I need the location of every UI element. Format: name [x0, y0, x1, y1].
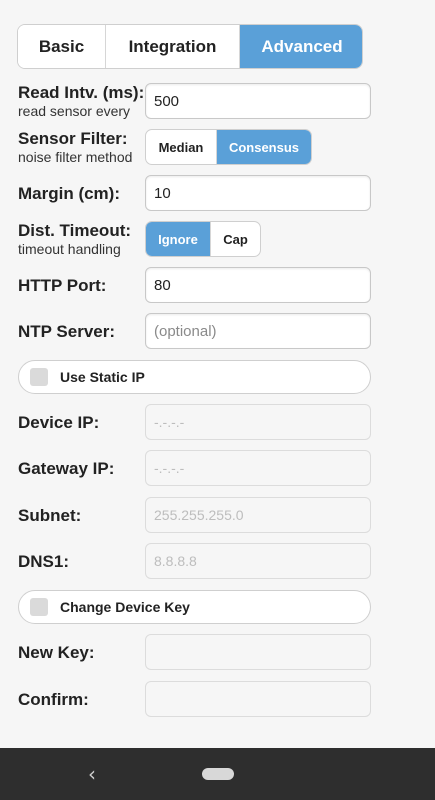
confirm-label: Confirm:: [18, 690, 89, 709]
new-key-label: New Key:: [18, 643, 95, 662]
dist-timeout-cap-option[interactable]: Cap: [211, 222, 260, 256]
dist-timeout-selector: Ignore Cap: [145, 221, 261, 257]
subnet-input[interactable]: 255.255.255.0: [145, 497, 371, 533]
chevron-left-icon[interactable]: ‹: [88, 762, 96, 786]
settings-tabs: Basic Integration Advanced: [17, 24, 363, 69]
dist-timeout-ignore-option[interactable]: Ignore: [146, 222, 211, 256]
dist-timeout-hint: timeout handling: [18, 241, 121, 257]
ntp-server-label: NTP Server:: [18, 322, 116, 341]
tab-advanced[interactable]: Advanced: [240, 25, 362, 68]
dns1-input[interactable]: 8.8.8.8: [145, 543, 371, 579]
sensor-filter-median-option[interactable]: Median: [146, 130, 217, 164]
http-port-label: HTTP Port:: [18, 276, 107, 295]
device-ip-label: Device IP:: [18, 413, 100, 432]
margin-row: Margin (cm): 10: [18, 175, 371, 211]
read-interval-label: Read Intv. (ms):: [18, 83, 145, 102]
ntp-server-input[interactable]: (optional): [145, 313, 371, 349]
subnet-row: Subnet: 255.255.255.0: [18, 497, 371, 533]
gateway-ip-label: Gateway IP:: [18, 459, 115, 478]
confirm-input[interactable]: [145, 681, 371, 717]
confirm-row: Confirm:: [18, 681, 371, 717]
dns1-row: DNS1: 8.8.8.8: [18, 543, 371, 579]
http-port-row: HTTP Port: 80: [18, 267, 371, 303]
dist-timeout-label: Dist. Timeout:: [18, 221, 132, 240]
use-static-ip-toggle[interactable]: Use Static IP: [18, 360, 371, 394]
change-key-label: Change Device Key: [60, 599, 190, 615]
tab-integration[interactable]: Integration: [106, 25, 240, 68]
subnet-label: Subnet:: [18, 506, 82, 525]
change-device-key-toggle[interactable]: Change Device Key: [18, 590, 371, 624]
read-interval-hint: read sensor every: [18, 103, 131, 119]
margin-label: Margin (cm):: [18, 184, 120, 203]
new-key-input[interactable]: [145, 634, 371, 670]
sensor-filter-row: Sensor Filter: noise filter method Media…: [18, 129, 371, 165]
dns1-label: DNS1:: [18, 552, 70, 571]
sensor-filter-hint: noise filter method: [18, 149, 133, 165]
ntp-server-row: NTP Server: (optional): [18, 313, 371, 349]
tab-basic[interactable]: Basic: [18, 25, 106, 68]
static-ip-checkbox[interactable]: [30, 368, 48, 386]
sensor-filter-selector: Median Consensus: [145, 129, 312, 165]
static-ip-label: Use Static IP: [60, 369, 145, 385]
new-key-row: New Key:: [18, 634, 371, 670]
sensor-filter-label: Sensor Filter:: [18, 129, 128, 148]
http-port-input[interactable]: 80: [145, 267, 371, 303]
read-interval-row: Read Intv. (ms): read sensor every 500: [18, 83, 371, 119]
gateway-ip-row: Gateway IP: -.-.-.-: [18, 450, 371, 486]
read-interval-input[interactable]: 500: [145, 83, 371, 119]
change-key-checkbox[interactable]: [30, 598, 48, 616]
device-ip-row: Device IP: -.-.-.-: [18, 404, 371, 440]
gateway-ip-input[interactable]: -.-.-.-: [145, 450, 371, 486]
home-pill-icon[interactable]: [202, 768, 234, 780]
sensor-filter-consensus-option[interactable]: Consensus: [217, 130, 311, 164]
device-ip-input[interactable]: -.-.-.-: [145, 404, 371, 440]
dist-timeout-row: Dist. Timeout: timeout handling Ignore C…: [18, 221, 371, 257]
margin-input[interactable]: 10: [145, 175, 371, 211]
